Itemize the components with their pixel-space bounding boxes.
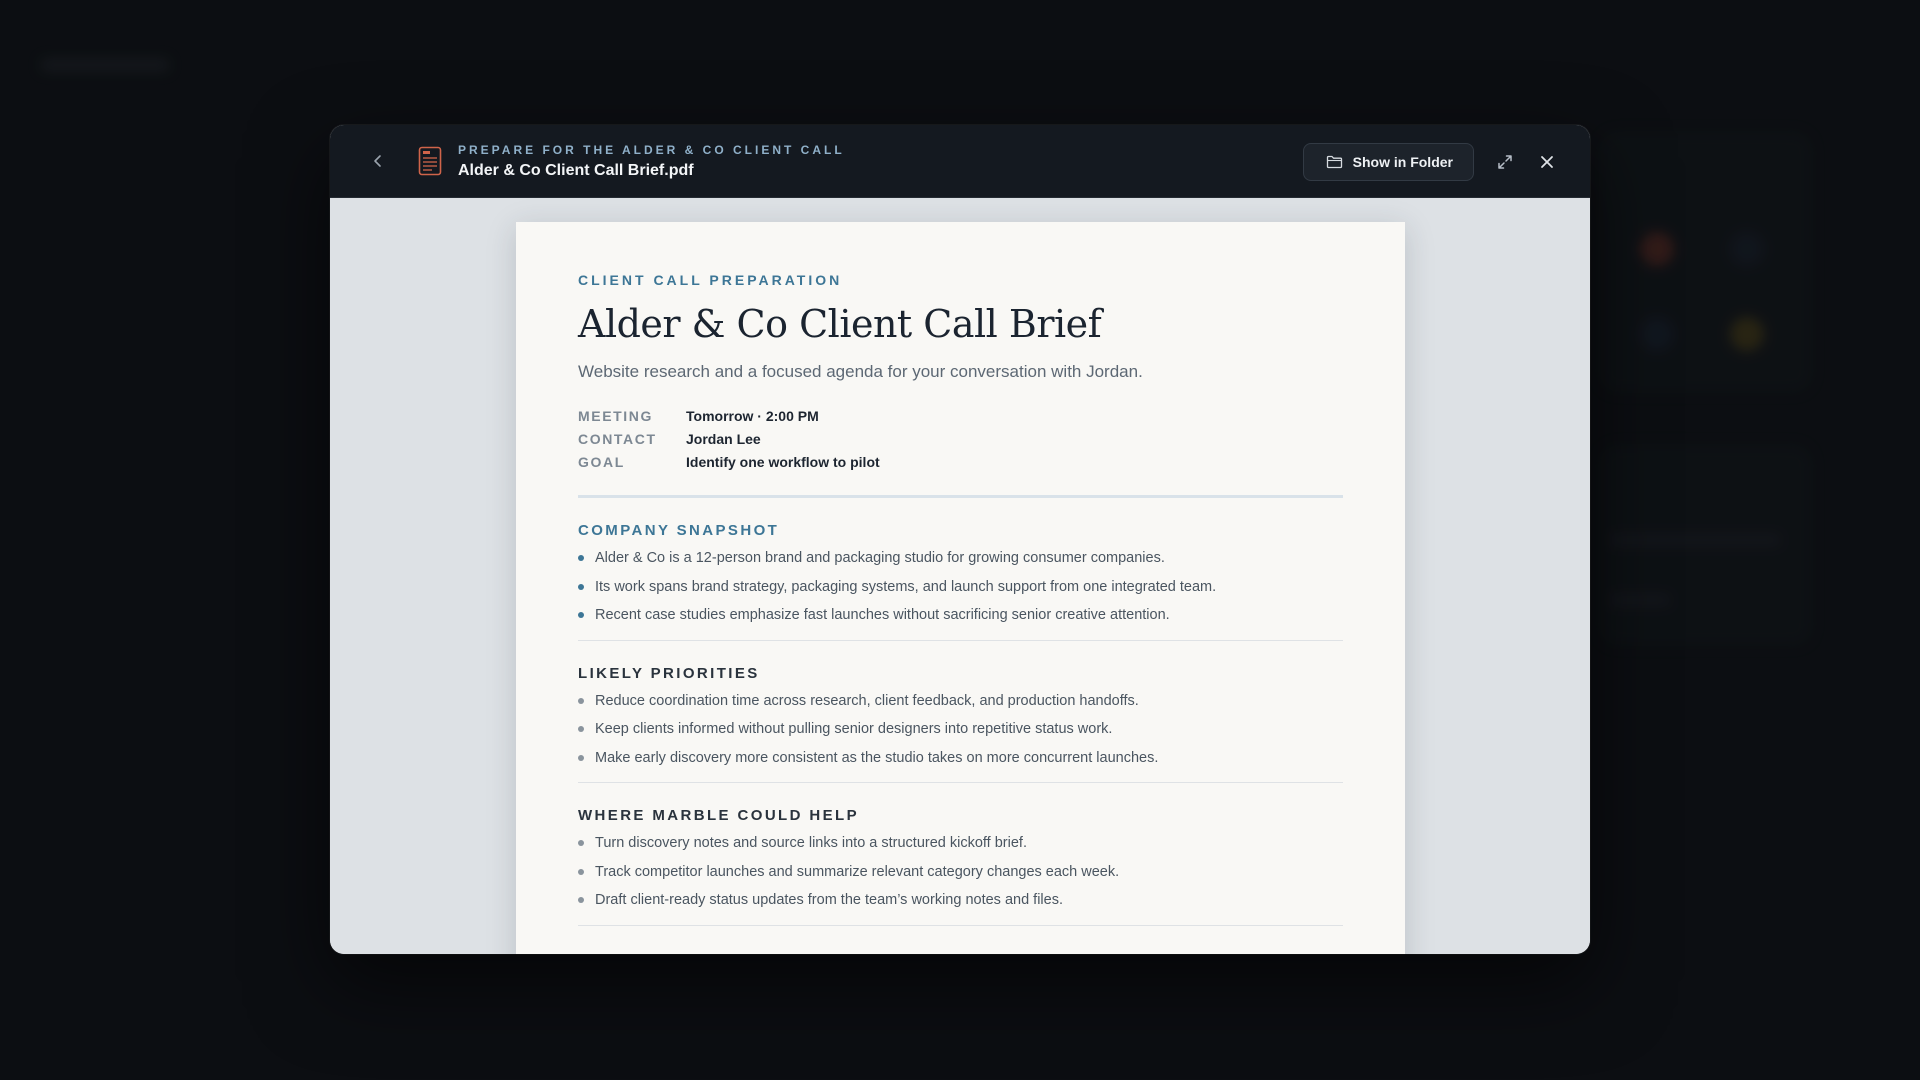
meta-value: Identify one workflow to pilot bbox=[686, 453, 880, 470]
pdf-file-icon bbox=[416, 144, 444, 178]
list-item: Turn discovery notes and source links in… bbox=[578, 833, 1343, 862]
meta-label: MEETING bbox=[578, 407, 653, 424]
list-item: Its work spans brand strategy, packaging… bbox=[578, 577, 1343, 606]
show-in-folder-label: Show in Folder bbox=[1352, 153, 1453, 170]
list-item: Draft client-ready status updates from t… bbox=[578, 890, 1343, 919]
likely-priorities-list: Reduce coordination time across research… bbox=[578, 691, 1343, 777]
list-item: Reduce coordination time across research… bbox=[578, 691, 1343, 720]
list-item: Keep clients informed without pulling se… bbox=[578, 719, 1343, 748]
pdf-page: CLIENT CALL PREPARATION Alder & Co Clien… bbox=[516, 222, 1405, 954]
section-heading-likely-priorities: LIKELY PRIORITIES bbox=[578, 664, 760, 682]
marble-help-list: Turn discovery notes and source links in… bbox=[578, 833, 1343, 919]
meta-label: GOAL bbox=[578, 453, 625, 470]
back-button[interactable] bbox=[364, 147, 392, 175]
section-divider bbox=[578, 924, 1343, 926]
list-item: Track competitor launches and summarize … bbox=[578, 862, 1343, 891]
meta-row-meeting: MEETING Tomorrow · 2:00 PM bbox=[578, 404, 1343, 427]
list-item: Make early discovery more consistent as … bbox=[578, 748, 1343, 777]
document-subtitle: Website research and a focused agenda fo… bbox=[578, 362, 1143, 381]
section-divider bbox=[578, 639, 1343, 641]
file-preview-modal: PREPARE FOR THE ALDER & CO CLIENT CALL A… bbox=[330, 125, 1590, 954]
chevron-left-icon bbox=[374, 155, 381, 167]
meta-label: CONTACT bbox=[578, 430, 657, 447]
document-eyebrow: CLIENT CALL PREPARATION bbox=[578, 272, 843, 288]
meta-row-goal: GOAL Identify one workflow to pilot bbox=[578, 450, 1343, 473]
company-snapshot-list: Alder & Co is a 12-person brand and pack… bbox=[578, 548, 1343, 634]
section-heading-company-snapshot: COMPANY SNAPSHOT bbox=[578, 522, 780, 539]
show-in-folder-button[interactable]: Show in Folder bbox=[1302, 142, 1474, 181]
section-divider bbox=[578, 782, 1343, 783]
task-eyebrow: PREPARE FOR THE ALDER & CO CLIENT CALL bbox=[458, 142, 845, 157]
section-divider bbox=[578, 495, 1343, 498]
header-actions: Show in Folder bbox=[1302, 125, 1590, 198]
meta-value: Tomorrow · 2:00 PM bbox=[686, 407, 819, 424]
meta-row-contact: CONTACT Jordan Lee bbox=[578, 427, 1343, 450]
list-item: Recent case studies emphasize fast launc… bbox=[578, 605, 1343, 634]
file-name: Alder & Co Client Call Brief.pdf bbox=[458, 161, 694, 179]
expand-button[interactable] bbox=[1490, 147, 1520, 177]
close-button[interactable] bbox=[1532, 147, 1562, 177]
meta-value: Jordan Lee bbox=[686, 430, 761, 447]
section-heading-where-marble-could-help: WHERE MARBLE COULD HELP bbox=[578, 807, 860, 824]
modal-header: PREPARE FOR THE ALDER & CO CLIENT CALL A… bbox=[330, 125, 1590, 198]
document-title: Alder & Co Client Call Brief bbox=[578, 302, 1102, 346]
header-titles: PREPARE FOR THE ALDER & CO CLIENT CALL A… bbox=[458, 143, 845, 180]
list-item: Alder & Co is a 12-person brand and pack… bbox=[578, 548, 1343, 577]
meeting-details: MEETING Tomorrow · 2:00 PM CONTACT Jorda… bbox=[578, 404, 1343, 473]
pdf-viewer[interactable]: CLIENT CALL PREPARATION Alder & Co Clien… bbox=[330, 198, 1590, 954]
folder-icon bbox=[1326, 155, 1342, 168]
close-icon bbox=[1541, 155, 1553, 168]
expand-icon bbox=[1498, 154, 1512, 169]
